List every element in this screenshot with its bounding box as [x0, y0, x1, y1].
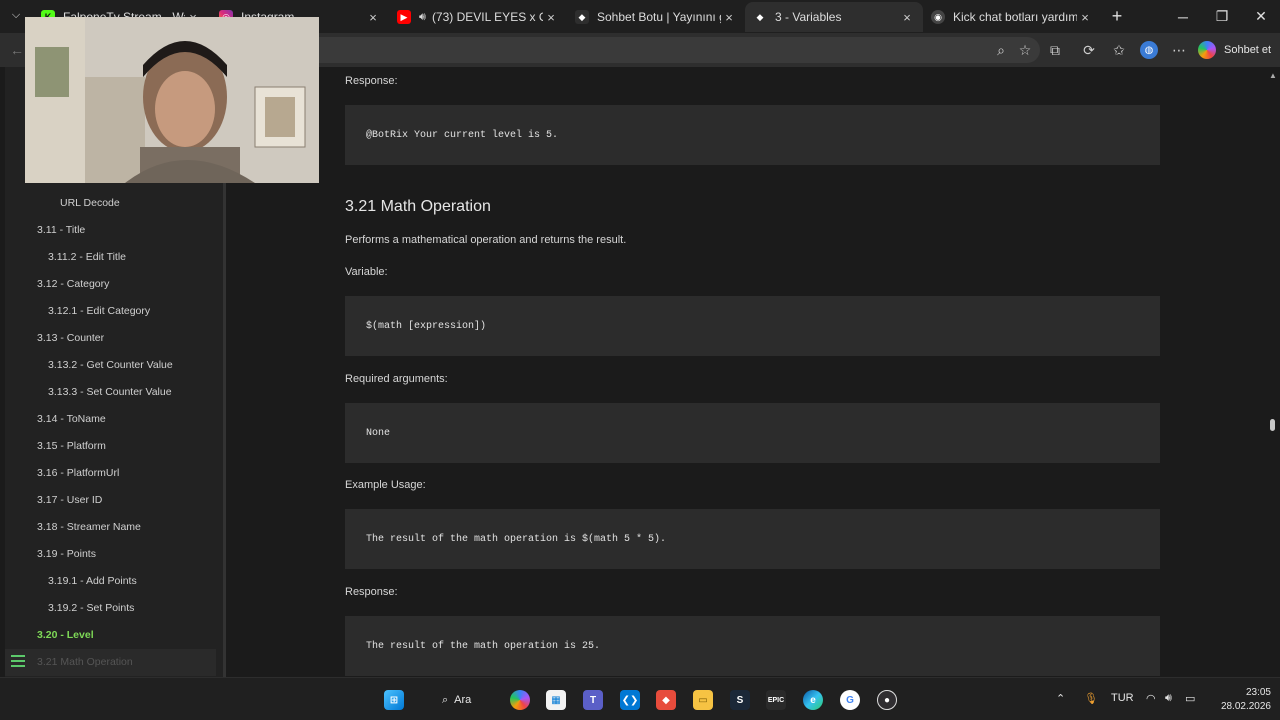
page-scrollbar[interactable]: ▲ [1268, 67, 1277, 677]
copilot-label: Sohbet et [1224, 44, 1272, 56]
tab-variables[interactable]: ◆ 3 - Variables × [745, 2, 923, 32]
copilot-button[interactable]: Sohbet et [1198, 38, 1274, 62]
tab-youtube[interactable]: ▶ 🔊︎ (73) DEVIL EYES x OVERRIDE × [389, 2, 567, 32]
show-hidden-icons-chevron-icon[interactable]: ⌃ [1056, 692, 1065, 705]
tab-title: (73) DEVIL EYES x OVERRIDE [431, 10, 543, 24]
search-icon[interactable]: ⌕ [992, 41, 1010, 59]
menu-hamburger-icon[interactable] [11, 655, 25, 667]
close-window-button[interactable]: ✕ [1242, 0, 1280, 33]
section-heading: 3.21 Math Operation [345, 198, 491, 215]
sidebar-item-toname[interactable]: 3.14 - ToName [37, 413, 106, 425]
sidebar-item-user-id[interactable]: 3.17 - User ID [37, 494, 102, 506]
sidebar-item-counter[interactable]: 3.13 - Counter [37, 332, 104, 344]
webcam-person-image [25, 17, 319, 183]
profile-avatar-icon[interactable]: ◍ [1140, 41, 1158, 59]
teams-icon[interactable]: T [583, 690, 603, 710]
sidebar-item-streamer-name[interactable]: 3.18 - Streamer Name [37, 521, 141, 533]
sidebar-item-math-operation[interactable]: 3.21 Math Operation [37, 656, 133, 668]
microphone-icon[interactable]: 🎙︎ [1084, 692, 1098, 705]
new-tab-button[interactable]: + [1108, 6, 1126, 26]
back-arrow-icon[interactable]: ← [8, 41, 26, 59]
copilot-logo-icon [1198, 41, 1216, 59]
file-explorer-icon[interactable]: ▭ [693, 690, 713, 710]
browser-essentials-icon[interactable]: ⟳ [1080, 41, 1098, 59]
tab-sohbet-botu[interactable]: ◆ Sohbet Botu | Yayınını güçlendir × [567, 2, 745, 32]
close-icon[interactable]: × [543, 10, 559, 25]
copilot-app-icon[interactable] [510, 690, 530, 710]
code-block-response-math: The result of the math operation is 25. [345, 616, 1160, 676]
sidebar-item-add-points[interactable]: 3.19.1 - Add Points [48, 575, 137, 587]
botrix-logo-icon: ◆ [575, 10, 589, 24]
vscode-icon[interactable]: ❮❯ [620, 690, 640, 710]
clock-date: 28.02.2026 [1220, 701, 1271, 712]
maximize-button[interactable]: ❐ [1203, 0, 1241, 33]
tab-title: Sohbet Botu | Yayınını güçlendir [597, 10, 721, 24]
google-chrome-icon[interactable]: G [840, 690, 860, 710]
steam-icon[interactable]: S [730, 690, 750, 710]
scroll-thumb[interactable] [1270, 419, 1275, 431]
edge-browser-icon[interactable]: e [803, 690, 823, 710]
minimize-button[interactable]: ─ [1164, 0, 1202, 33]
botrix-logo-icon: ◆ [753, 10, 767, 24]
chatgpt-logo-icon: ◉ [931, 10, 945, 24]
variable-label: Variable: [345, 266, 388, 278]
git-app-icon[interactable]: ◆ [656, 690, 676, 710]
code-block-response-level: @BotRix Your current level is 5. [345, 105, 1160, 165]
wifi-icon[interactable]: ◠ [1146, 692, 1156, 705]
taskbar-search-button[interactable]: ⌕ Ara [430, 686, 490, 714]
section-description: Performs a mathematical operation and re… [345, 234, 627, 246]
search-icon: ⌕ [442, 693, 449, 706]
epic-games-icon[interactable]: EPIC [766, 690, 786, 710]
volume-icon[interactable]: 🔊︎ [1165, 692, 1172, 705]
webcam-overlay [25, 17, 319, 183]
sidebar-item-category[interactable]: 3.12 - Category [37, 278, 109, 290]
sidebar-item-edit-title[interactable]: 3.11.2 - Edit Title [48, 251, 126, 263]
taskbar-clock[interactable]: 23:05 28.02.2026 [1213, 686, 1271, 714]
tab-title: Kick chat botları yardım [953, 10, 1077, 24]
youtube-logo-icon: ▶ [397, 10, 411, 24]
docs-content: Response: @BotRix Your current level is … [345, 67, 1165, 677]
favorites-icon[interactable]: ✩ [1110, 41, 1128, 59]
clock-time: 23:05 [1245, 687, 1271, 698]
sidebar-item-get-counter-value[interactable]: 3.13.2 - Get Counter Value [48, 359, 173, 371]
response-label: Response: [345, 75, 398, 87]
extensions-puzzle-icon[interactable]: ⧉ [1046, 41, 1064, 59]
sidebar-item-points[interactable]: 3.19 - Points [37, 548, 96, 560]
code-block-example: The result of the math operation is $(ma… [345, 509, 1160, 569]
sidebar-item-set-points[interactable]: 3.19.2 - Set Points [48, 602, 134, 614]
sidebar-item-title[interactable]: 3.11 - Title [37, 224, 85, 236]
close-icon[interactable]: × [1077, 10, 1093, 25]
close-icon[interactable]: × [365, 10, 381, 25]
tab-title: 3 - Variables [775, 10, 842, 24]
scroll-up-arrow-icon[interactable]: ▲ [1269, 71, 1277, 80]
microsoft-store-icon[interactable]: ▦ [546, 690, 566, 710]
sidebar-item-platformurl[interactable]: 3.16 - PlatformUrl [37, 467, 119, 479]
code-block-variable: $(math [expression]) [345, 296, 1160, 356]
favorite-star-icon[interactable]: ☆ [1016, 41, 1034, 59]
sidebar-item-set-counter-value[interactable]: 3.13.3 - Set Counter Value [48, 386, 172, 398]
sidebar-item-level[interactable]: 3.20 - Level [37, 629, 94, 641]
tab-actions-chevron-icon[interactable]: ⌵ [8, 9, 24, 25]
more-menu-icon[interactable]: ⋯ [1170, 41, 1188, 59]
windows-start-icon[interactable]: ⊞ [384, 690, 404, 710]
obs-studio-icon[interactable]: ● [877, 690, 897, 710]
taskbar-search-label: Ara [454, 694, 472, 706]
code-block-required-arguments: None [345, 403, 1160, 463]
sidebar-item-platform[interactable]: 3.15 - Platform [37, 440, 106, 452]
sidebar-item-edit-category[interactable]: 3.12.1 - Edit Category [48, 305, 150, 317]
close-icon[interactable]: × [899, 10, 915, 25]
response-label: Response: [345, 586, 398, 598]
language-indicator[interactable]: TUR [1111, 692, 1134, 704]
required-arguments-label: Required arguments: [345, 373, 448, 385]
sidebar-item-url-decode[interactable]: URL Decode [60, 197, 120, 209]
example-usage-label: Example Usage: [345, 479, 426, 491]
tab-kick-chat-bots[interactable]: ◉ Kick chat botları yardım × [923, 2, 1101, 32]
battery-icon[interactable]: ▭ [1185, 692, 1195, 705]
windows-taskbar: ⊞ ⌕ Ara ▦ T ❮❯ ◆ ▭ S EPIC e G ● ⌃ 🎙︎ TUR… [0, 677, 1280, 720]
close-icon[interactable]: × [721, 10, 737, 25]
speaker-icon[interactable]: 🔊︎ [419, 11, 426, 24]
